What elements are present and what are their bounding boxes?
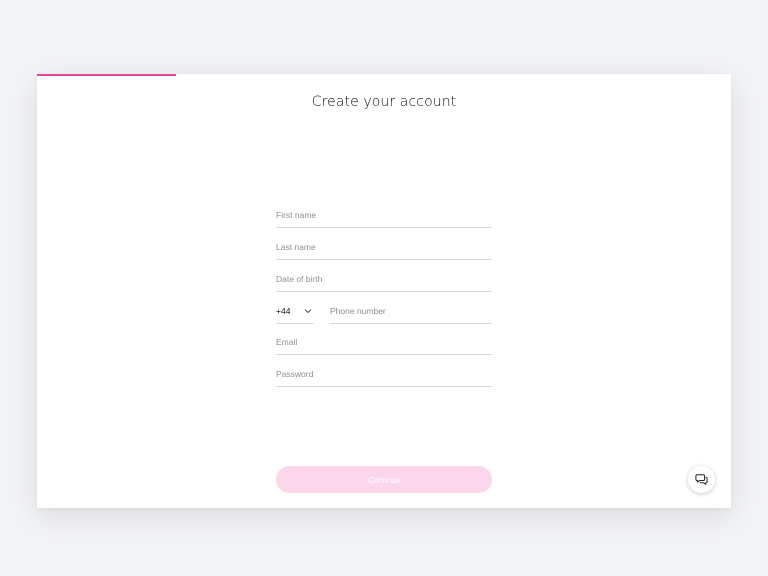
date-of-birth-field-container — [276, 269, 492, 292]
date-of-birth-input[interactable] — [276, 269, 492, 289]
first-name-field-container — [276, 205, 492, 228]
first-name-input[interactable] — [276, 205, 492, 225]
phone-row: +44 — [276, 301, 492, 324]
email-input[interactable] — [276, 332, 492, 352]
chevron-down-icon — [304, 309, 312, 314]
continue-button[interactable]: Continue — [276, 466, 492, 493]
last-name-field-container — [276, 237, 492, 260]
password-input[interactable] — [276, 364, 492, 384]
signup-form: +44 — [276, 205, 492, 396]
phone-number-field-container — [330, 301, 492, 324]
country-code-select[interactable]: +44 — [276, 301, 314, 324]
progress-bar-fill — [37, 74, 176, 76]
chat-bubbles-icon — [695, 474, 708, 485]
phone-number-input[interactable] — [330, 301, 492, 321]
password-field-container — [276, 364, 492, 387]
country-code-value: +44 — [276, 306, 291, 316]
chat-button[interactable] — [688, 466, 715, 493]
email-field-container — [276, 332, 492, 355]
last-name-input[interactable] — [276, 237, 492, 257]
page-title: Create your account — [311, 94, 457, 110]
signup-card: Create your account +44 — [37, 74, 731, 508]
progress-bar — [37, 74, 731, 76]
